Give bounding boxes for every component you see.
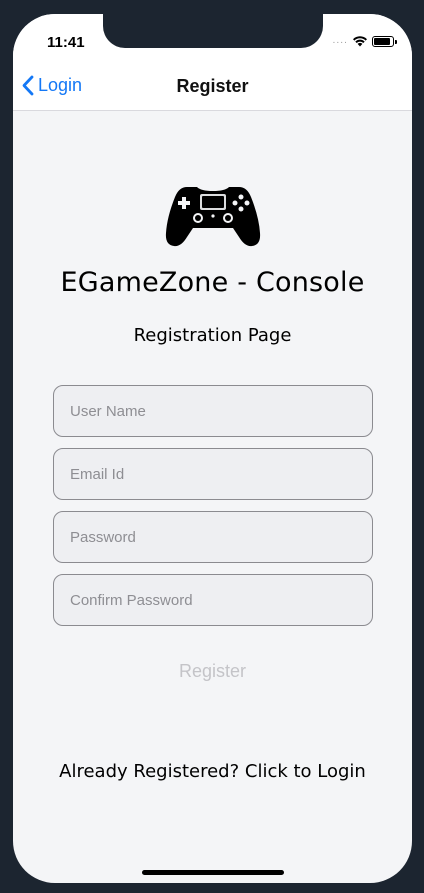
navigation-bar: Login Register [13, 60, 412, 111]
app-title: EGameZone - Console [60, 267, 365, 298]
battery-icon [372, 35, 397, 47]
status-icons: .... [332, 35, 397, 47]
signal-icon: .... [332, 36, 348, 46]
password-input[interactable] [53, 511, 373, 563]
confirm-password-input[interactable] [53, 574, 373, 626]
device-frame: 11:41 .... Login Register EGameZone - Co… [0, 0, 424, 893]
page-subtitle: Registration Page [133, 325, 292, 346]
login-link[interactable]: Already Registered? Click to Login [13, 761, 412, 782]
device-notch [103, 14, 323, 48]
email-input[interactable] [53, 448, 373, 500]
page-title: Register [176, 76, 249, 96]
wifi-icon [353, 36, 367, 47]
app-screen: 11:41 .... Login Register EGameZone - Co… [13, 14, 412, 883]
register-button[interactable]: Register [13, 661, 412, 682]
username-input[interactable] [53, 385, 373, 437]
status-time: 11:41 [47, 34, 85, 51]
home-indicator [142, 870, 284, 875]
gamepad-icon [165, 183, 261, 247]
